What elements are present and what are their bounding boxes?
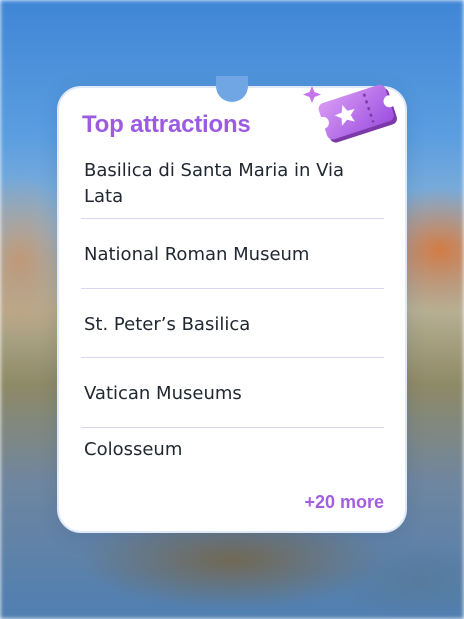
list-divider xyxy=(81,288,384,289)
list-divider xyxy=(81,427,384,428)
list-divider xyxy=(81,218,384,219)
card-title: Top attractions xyxy=(82,111,251,138)
more-attractions-link[interactable]: +20 more xyxy=(304,492,384,513)
list-divider xyxy=(81,357,384,358)
attraction-item[interactable]: St. Peter’s Basilica xyxy=(84,312,384,338)
attraction-item[interactable]: Vatican Museums xyxy=(84,381,384,407)
attraction-item[interactable]: National Roman Museum xyxy=(84,242,384,268)
ticket-star-icon xyxy=(303,84,397,143)
attractions-card xyxy=(57,86,407,533)
attraction-item[interactable]: Basilica di Santa Maria in Via Lata xyxy=(84,158,384,210)
attraction-item[interactable]: Colosseum xyxy=(84,437,384,463)
